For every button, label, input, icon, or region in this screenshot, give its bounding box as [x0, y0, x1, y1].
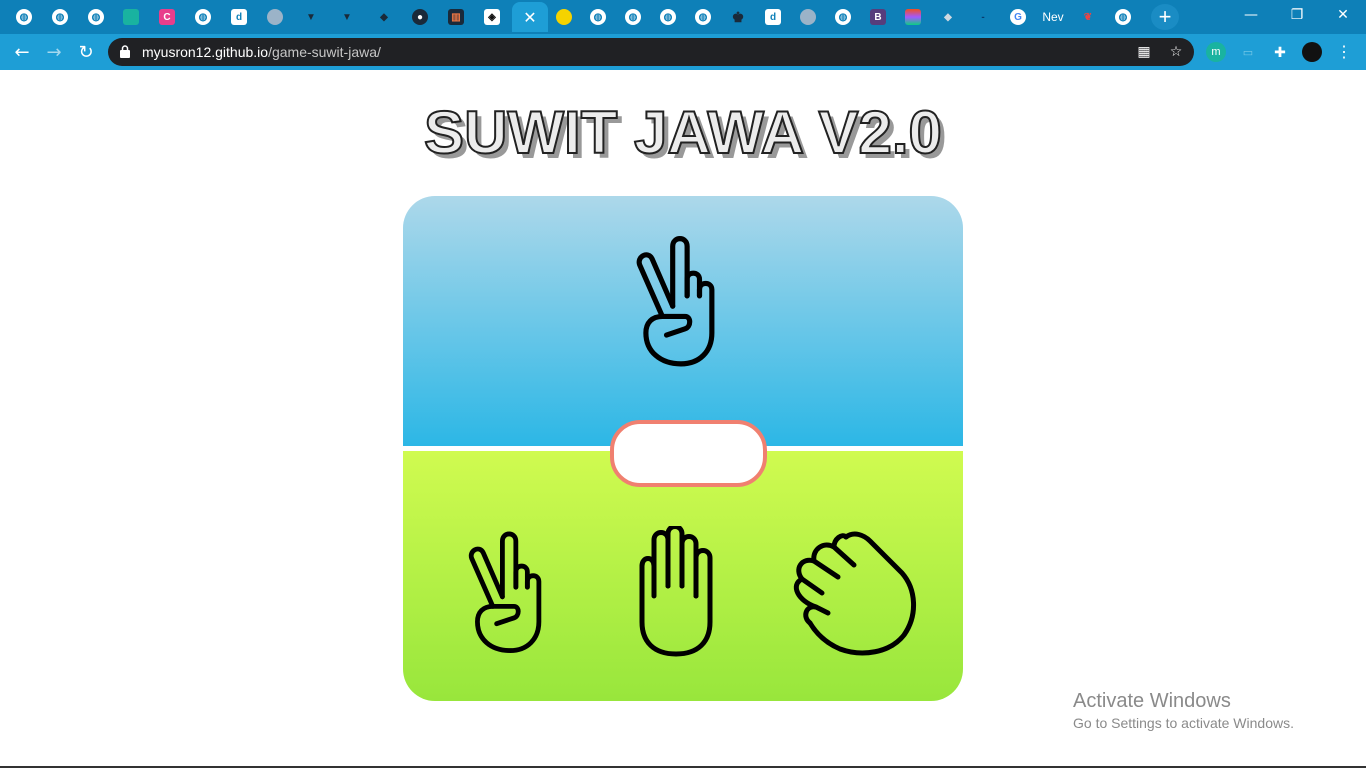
app-icon: d [765, 9, 781, 25]
globe-icon: ◍ [695, 9, 711, 25]
tab[interactable]: ◈ [475, 2, 509, 32]
extension-m-icon[interactable]: m [1206, 42, 1226, 62]
bookmark-star-icon[interactable]: ☆ [1167, 43, 1185, 61]
tab[interactable]: ◍ [186, 2, 220, 32]
swirl-icon: ❦ [1083, 11, 1093, 23]
tab[interactable]: ◍ [581, 2, 615, 32]
globe-icon: ◍ [195, 9, 211, 25]
globe-icon: ◍ [660, 9, 676, 25]
tab[interactable]: d [756, 2, 790, 32]
address-bar[interactable]: myusron12.github.io/game-suwit-jawa/ ▦ ☆ [108, 38, 1194, 66]
url-host: myusron12.github.io [142, 44, 269, 60]
pacman-icon [556, 9, 572, 25]
activate-title: Activate Windows [1073, 690, 1231, 712]
tab[interactable]: ◍ [826, 2, 860, 32]
new-tab-button[interactable]: + [1151, 4, 1179, 30]
url-text[interactable]: myusron12.github.io/game-suwit-jawa/ [142, 44, 381, 60]
tab[interactable]: ❦ [1071, 2, 1105, 32]
extension-icon[interactable]: ▭ [1238, 42, 1258, 62]
github-icon: ● [412, 9, 428, 25]
close-window-button[interactable]: ✕ [1320, 0, 1366, 30]
globe-icon: ◍ [590, 9, 606, 25]
globe-icon: ◍ [88, 9, 104, 25]
triangle-icon: ▼ [342, 11, 352, 23]
url-path: /game-suwit-jawa/ [268, 44, 381, 60]
tab[interactable]: ◍ [686, 2, 720, 32]
tab[interactable]: ▼ [330, 2, 364, 32]
paper-choice-button[interactable] [636, 526, 728, 658]
tab[interactable]: ● [403, 2, 437, 32]
globe-icon: ◍ [1115, 9, 1131, 25]
restore-button[interactable]: ❐ [1274, 0, 1320, 30]
player-area [403, 451, 963, 701]
activate-subtitle: Go to Settings to activate Windows. [1073, 715, 1294, 731]
figma-icon [905, 9, 921, 25]
windows-activation-watermark: Activate Windows Go to Settings to activ… [1073, 690, 1294, 731]
tab[interactable]: C [150, 2, 184, 32]
tab[interactable]: ♚ [721, 2, 755, 32]
bootstrap-icon: B [870, 9, 886, 25]
tab[interactable] [547, 2, 581, 32]
rock-choice-button[interactable] [786, 531, 920, 657]
app-icon: ◆ [380, 11, 388, 23]
page-content: SUWIT JAWA V2.0 Activate Windows Go to S… [0, 70, 1366, 768]
google-icon: G [1010, 9, 1026, 25]
close-icon[interactable]: ✕ [523, 8, 536, 27]
tab[interactable]: ◍ [79, 2, 113, 32]
layers-icon: ◆ [944, 11, 952, 23]
tab[interactable]: ▼ [294, 2, 328, 32]
tab-strip: ◍ ◍ ◍ C ◍ d ▼ ▼ ◆ ● ▥ ◈ ✕ ◍ ◍ ◍ ◍ ♚ d ◍ … [0, 0, 1366, 34]
page-title: SUWIT JAWA V2.0 [423, 98, 943, 167]
tab[interactable]: ◍ [616, 2, 650, 32]
minimize-button[interactable]: — [1228, 0, 1274, 30]
tab[interactable]: G [1001, 2, 1035, 32]
avatar[interactable] [1302, 42, 1322, 62]
tab[interactable]: ◍ [1106, 2, 1140, 32]
tab[interactable]: ▥ [439, 2, 473, 32]
scissors-choice-button[interactable] [464, 526, 560, 658]
tab[interactable] [258, 2, 292, 32]
tab[interactable]: ◍ [7, 2, 41, 32]
tab[interactable] [791, 2, 825, 32]
triangle-icon: ▼ [306, 11, 316, 23]
result-box [610, 420, 767, 487]
back-button[interactable]: ← [10, 40, 34, 64]
app-icon [123, 9, 139, 25]
reload-button[interactable]: ↻ [74, 40, 98, 64]
lock-icon [120, 45, 130, 58]
puzzle-icon[interactable]: ✚ [1270, 42, 1290, 62]
tab[interactable]: ◆ [367, 2, 401, 32]
tab[interactable] [896, 2, 930, 32]
dash-icon: - [981, 11, 985, 23]
scissors-hand-icon [636, 236, 715, 367]
tab[interactable]: Nev [1036, 2, 1070, 32]
tab[interactable]: ◍ [651, 2, 685, 32]
tab-title: Nev [1042, 10, 1064, 24]
app-icon: C [159, 9, 175, 25]
globe-icon: ◍ [835, 9, 851, 25]
crown-icon: ♚ [731, 8, 745, 25]
computer-area [403, 196, 963, 446]
menu-icon[interactable]: ⋮ [1334, 42, 1354, 62]
game-board [403, 196, 963, 701]
sphere-icon [267, 9, 283, 25]
tab[interactable] [114, 2, 148, 32]
tab[interactable]: d [222, 2, 256, 32]
codepen-icon: ◈ [484, 9, 500, 25]
tab[interactable]: - [966, 2, 1000, 32]
globe-icon: ◍ [52, 9, 68, 25]
sphere-icon [800, 9, 816, 25]
tab-active[interactable]: ✕ [512, 2, 548, 32]
tab[interactable]: ◍ [43, 2, 77, 32]
tab[interactable]: ◆ [931, 2, 965, 32]
globe-icon: ◍ [625, 9, 641, 25]
tab[interactable]: B [861, 2, 895, 32]
app-icon: d [231, 9, 247, 25]
browser-toolbar: ← → ↻ myusron12.github.io/game-suwit-jaw… [0, 34, 1366, 70]
qr-code-icon[interactable]: ▦ [1135, 43, 1153, 61]
app-icon: ▥ [448, 9, 464, 25]
globe-icon: ◍ [16, 9, 32, 25]
forward-button[interactable]: → [42, 40, 66, 64]
